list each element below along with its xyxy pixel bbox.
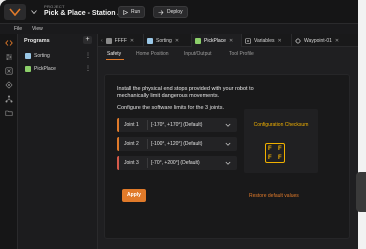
play-icon — [123, 9, 128, 15]
divider — [147, 139, 148, 149]
program-item-label: Sorting — [34, 53, 50, 59]
crosshair-icon — [295, 37, 301, 44]
checksum-cell: F — [278, 155, 282, 161]
main-area: ‹ FFFF ✕ Sorting ✕ PickPlace ✕ Variables… — [98, 34, 358, 249]
tab-label: PickPlace — [204, 37, 226, 44]
logo-icon — [9, 8, 21, 16]
checksum-cell: F — [268, 146, 272, 152]
variables-icon[interactable] — [5, 67, 13, 75]
deploy-icon — [158, 9, 164, 15]
program-color-swatch — [25, 66, 31, 72]
instruction-text: Install the physical end stops provided … — [117, 86, 254, 99]
background-shape — [356, 172, 366, 212]
tab-ffff[interactable]: ‹ FFFF ✕ — [98, 34, 144, 47]
joint-row-1: Joint 1 [-170°, +170°] (Default) — [117, 118, 237, 132]
more-options-icon[interactable]: ⋮ — [85, 52, 91, 59]
run-label: Run — [131, 9, 141, 15]
project-label: PROJECT — [44, 4, 65, 9]
settings-subtabs: Safety Home Position Input/Output Tool P… — [98, 48, 358, 60]
joint-label: Joint 3 — [124, 160, 139, 166]
tab-waypoint[interactable]: Waypoint-01 ✕ — [292, 34, 358, 47]
config-title: Configure the software limits for the 3 … — [117, 105, 224, 111]
icon-rail — [0, 34, 18, 249]
menu-bar: File View — [0, 24, 358, 34]
joint-color-bar — [117, 156, 119, 170]
subtab-safety[interactable]: Safety — [107, 51, 121, 57]
tab-label: Sorting — [156, 37, 172, 44]
add-program-button[interactable]: + — [83, 36, 92, 44]
folder-icon[interactable] — [5, 109, 13, 117]
chevron-down-icon — [31, 10, 37, 14]
background-strip — [356, 0, 366, 249]
more-options-icon[interactable]: ⋮ — [85, 65, 91, 72]
tab-color-swatch — [105, 37, 112, 44]
joint-label: Joint 1 — [124, 122, 139, 128]
project-title[interactable]: Pick & Place - Station A — [44, 10, 122, 17]
close-icon[interactable]: ✕ — [175, 38, 179, 44]
chevron-down-icon[interactable] — [225, 141, 231, 147]
safety-panel: Install the physical end stops provided … — [104, 74, 350, 239]
run-button[interactable]: Run — [118, 6, 146, 18]
joint-2-limit-select[interactable]: [-100°, +120°] (Default) — [151, 141, 202, 147]
tab-label: Variables — [254, 37, 275, 44]
deploy-button[interactable]: Deploy — [153, 6, 188, 18]
close-icon[interactable]: ✕ — [229, 38, 233, 44]
tab-color-swatch — [147, 37, 153, 44]
close-icon[interactable]: ✕ — [277, 38, 281, 44]
network-icon[interactable] — [5, 95, 13, 103]
editor-tabs: ‹ FFFF ✕ Sorting ✕ PickPlace ✕ Variables… — [98, 34, 358, 47]
divider — [147, 120, 148, 130]
tab-label: Waypoint-01 — [304, 37, 332, 44]
tab-label: FFFF — [114, 37, 127, 44]
joint-row-2: Joint 2 [-100°, +120°] (Default) — [117, 137, 237, 151]
project-menu-button[interactable] — [28, 5, 40, 19]
joint-label: Joint 2 — [124, 141, 139, 147]
checksum-cell: F — [268, 155, 272, 161]
close-icon[interactable]: ✕ — [130, 38, 134, 44]
tab-sorting[interactable]: Sorting ✕ — [144, 34, 192, 47]
joint-color-bar — [117, 137, 119, 151]
joint-row-3: Joint 3 [-70°, +200°] (Default) — [117, 156, 237, 170]
menu-view[interactable]: View — [32, 26, 43, 32]
checksum-grid: F F F F — [265, 143, 285, 163]
program-item-sorting[interactable]: Sorting ⋮ — [22, 50, 94, 62]
joint-3-limit-select[interactable]: [-70°, +200°] (Default) — [151, 160, 200, 166]
checksum-cell: F — [278, 146, 282, 152]
sliders-icon[interactable] — [5, 53, 13, 61]
tab-color-swatch — [195, 37, 201, 44]
menu-file[interactable]: File — [14, 26, 22, 32]
app-window: PROJECT Pick & Place - Station A Run Dep… — [0, 0, 358, 249]
active-subtab-indicator — [106, 59, 124, 60]
code-icon[interactable] — [5, 39, 13, 47]
deploy-label: Deploy — [167, 9, 183, 15]
subtab-input-output[interactable]: Input/Output — [184, 51, 212, 57]
variables-icon — [245, 37, 251, 44]
tab-variables[interactable]: Variables ✕ — [242, 34, 292, 47]
apply-button[interactable]: Apply — [122, 189, 146, 202]
program-color-swatch — [25, 53, 31, 59]
restore-defaults-link[interactable]: Restore default values — [249, 193, 299, 199]
joint-color-bar — [117, 118, 119, 132]
subtab-tool-profile[interactable]: Tool Profile — [229, 51, 254, 57]
chevron-down-icon[interactable] — [225, 160, 231, 166]
program-item-label: PickPlace — [34, 66, 56, 72]
chevron-down-icon[interactable] — [225, 122, 231, 128]
tab-pickplace[interactable]: PickPlace ✕ — [192, 34, 242, 47]
logo[interactable] — [4, 4, 26, 20]
back-arrow-icon[interactable]: ‹ — [101, 38, 103, 44]
joint-1-limit-select[interactable]: [-170°, +170°] (Default) — [151, 122, 202, 128]
configuration-checksum: Configuration Checksum F F F F — [244, 109, 318, 173]
checksum-title: Configuration Checksum — [253, 122, 309, 128]
divider — [147, 158, 148, 168]
title-bar: PROJECT Pick & Place - Station A Run Dep… — [0, 0, 358, 24]
programs-panel: Programs + Sorting ⋮ PickPlace ⋮ — [18, 34, 98, 249]
subtab-home-position[interactable]: Home Position — [136, 51, 169, 57]
program-item-pickplace[interactable]: PickPlace ⋮ — [22, 63, 94, 75]
gear-icon[interactable] — [5, 81, 13, 89]
programs-header: Programs — [24, 38, 50, 44]
close-icon[interactable]: ✕ — [335, 38, 339, 44]
